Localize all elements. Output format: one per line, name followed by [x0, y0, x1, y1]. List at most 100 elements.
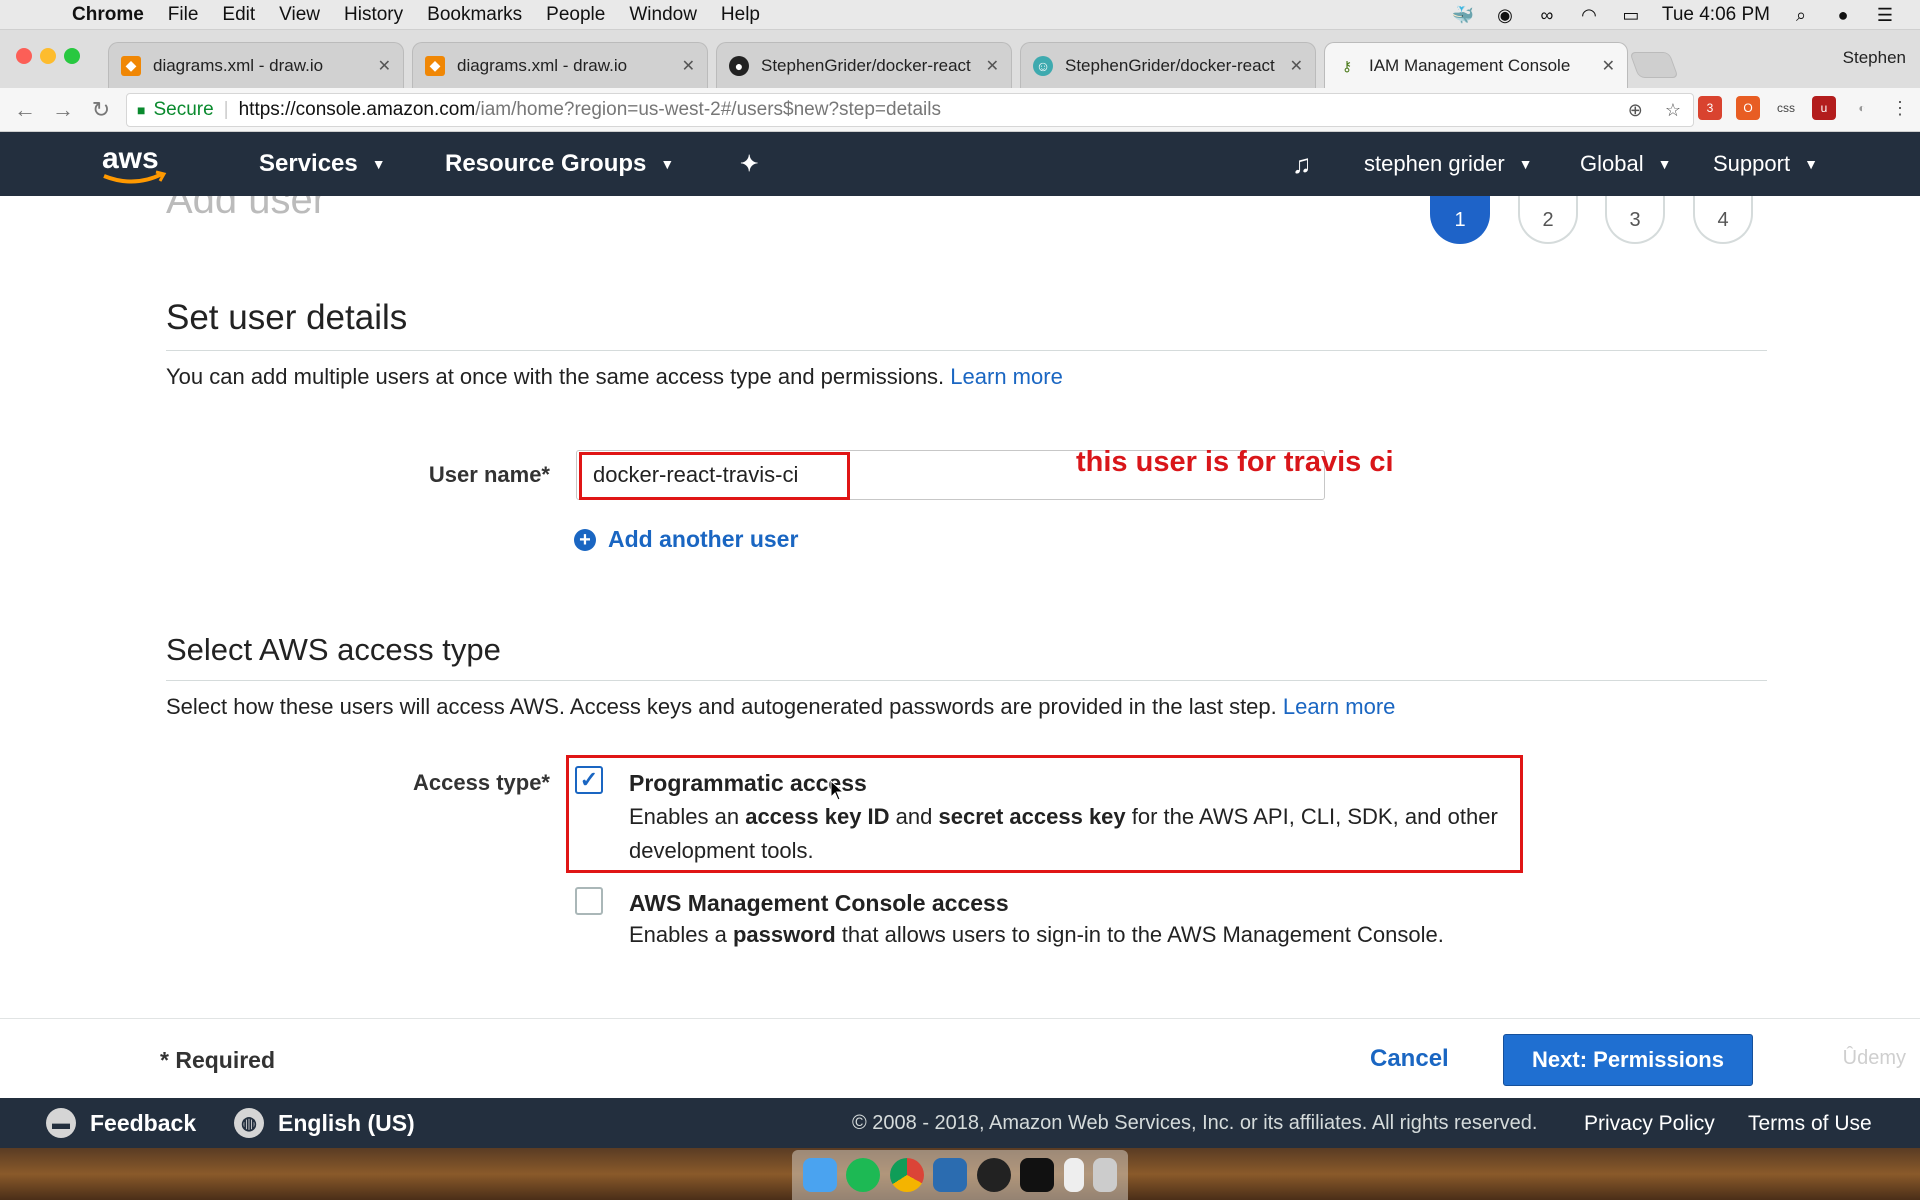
copyright-text: © 2008 - 2018, Amazon Web Services, Inc.…: [852, 1112, 1538, 1134]
docker-icon[interactable]: 🐳: [1452, 6, 1474, 24]
speech-bubble-icon: ▬: [46, 1108, 76, 1138]
desc-bold: password: [732, 922, 836, 947]
region-menu[interactable]: Global ▼: [1580, 132, 1671, 196]
console-access-description: Enables a password that allows users to …: [629, 918, 1509, 952]
browser-tab[interactable]: ◆ diagrams.xml - draw.io ✕: [412, 42, 708, 88]
console-access-title: AWS Management Console access: [629, 890, 1009, 916]
bookmark-star-icon[interactable]: ☆: [1665, 100, 1681, 121]
chrome-icon[interactable]: [889, 1158, 924, 1192]
list-icon[interactable]: ☰: [1874, 6, 1896, 24]
extension-opera-icon[interactable]: O: [1736, 96, 1760, 120]
learn-more-link[interactable]: Learn more: [1283, 694, 1396, 719]
notifications-bell-icon[interactable]: ♫: [1292, 132, 1312, 196]
terminal-icon[interactable]: [1020, 1158, 1055, 1192]
next-permissions-button[interactable]: Next: Permissions: [1503, 1034, 1753, 1086]
battery-icon[interactable]: ▭: [1620, 6, 1642, 24]
services-menu[interactable]: Services ▼: [259, 132, 386, 196]
programmatic-access-description: Enables an access key ID and secret acce…: [629, 800, 1509, 868]
chevron-down-icon: ▼: [1804, 156, 1818, 172]
browser-tab[interactable]: ☺ StephenGrider/docker-react - ✕: [1020, 42, 1316, 88]
extension-misc-icon[interactable]: ◐: [1850, 96, 1874, 120]
trash-icon[interactable]: [1093, 1158, 1118, 1192]
menu-edit[interactable]: Edit: [222, 4, 255, 26]
menu-view[interactable]: View: [279, 4, 320, 26]
desc-text: that allows users to sign-in to the AWS …: [835, 922, 1444, 947]
siri-icon[interactable]: ●: [1832, 6, 1854, 24]
maximize-window-button[interactable]: [64, 48, 80, 64]
github-icon: ●: [729, 55, 749, 76]
zoom-icon[interactable]: ⊕: [1628, 100, 1643, 121]
tab-close-icon[interactable]: ✕: [1602, 56, 1615, 76]
close-window-button[interactable]: [16, 48, 32, 64]
desc-bold: access key ID: [745, 804, 890, 829]
chrome-menu-icon[interactable]: ⋮: [1888, 96, 1912, 120]
annotation-text: this user is for travis ci: [1076, 446, 1394, 478]
console-access-checkbox[interactable]: [575, 887, 603, 915]
privacy-policy-link[interactable]: Privacy Policy: [1584, 1112, 1715, 1136]
browser-tab[interactable]: ◆ diagrams.xml - draw.io ✕: [108, 42, 404, 88]
programmatic-access-checkbox[interactable]: ✓: [575, 766, 603, 794]
username-label: User name*: [428, 462, 550, 487]
vscode-icon[interactable]: [933, 1158, 968, 1192]
menu-window[interactable]: Window: [629, 4, 697, 26]
resource-groups-menu[interactable]: Resource Groups ▼: [445, 132, 674, 196]
finder-icon[interactable]: [802, 1158, 837, 1192]
cancel-button[interactable]: Cancel: [1370, 1045, 1449, 1073]
menu-bookmarks[interactable]: Bookmarks: [427, 4, 522, 26]
extension-calendar-icon[interactable]: 3: [1698, 96, 1722, 120]
wizard-step-4[interactable]: 4: [1693, 196, 1753, 244]
mouse-cursor-icon: [830, 780, 845, 801]
document-icon[interactable]: [1063, 1158, 1084, 1192]
browser-tab-active[interactable]: ⚷ IAM Management Console ✕: [1324, 42, 1628, 89]
address-bar[interactable]: ■ Secure | https://console.amazon.com /i…: [126, 93, 1694, 127]
desc-text: Enables an: [629, 804, 746, 829]
menu-clock[interactable]: Tue 4:06 PM: [1662, 4, 1770, 26]
extension-css-icon[interactable]: css: [1774, 96, 1798, 120]
support-menu[interactable]: Support ▼: [1713, 132, 1818, 196]
minimize-window-button[interactable]: [40, 48, 56, 64]
terms-of-use-link[interactable]: Terms of Use: [1748, 1112, 1872, 1136]
annotation-highlight-box: [579, 452, 850, 500]
aws-logo-icon[interactable]: aws: [98, 140, 172, 188]
obs-app-icon[interactable]: [976, 1158, 1011, 1192]
obs-icon[interactable]: ◉: [1494, 6, 1516, 24]
wizard-step-2[interactable]: 2: [1518, 196, 1578, 244]
glasses-icon[interactable]: ∞: [1536, 6, 1558, 24]
menu-help[interactable]: Help: [721, 4, 760, 26]
learn-more-link[interactable]: Learn more: [950, 364, 1063, 389]
pin-icon[interactable]: ✦: [740, 132, 758, 196]
checkmark-icon: ✓: [579, 767, 599, 792]
spotify-icon[interactable]: [846, 1158, 881, 1192]
feedback-button[interactable]: ▬ Feedback: [46, 1098, 196, 1148]
browser-tab[interactable]: ● StephenGrider/docker-react ✕: [716, 42, 1012, 88]
tab-close-icon[interactable]: ✕: [986, 56, 999, 76]
support-label: Support: [1713, 151, 1791, 176]
language-selector[interactable]: ◍ English (US): [234, 1098, 415, 1148]
access-type-label: Access type*: [413, 770, 550, 795]
back-arrow-icon[interactable]: ←: [6, 97, 44, 123]
tab-close-icon[interactable]: ✕: [1290, 56, 1303, 76]
forward-arrow-icon[interactable]: →: [44, 97, 82, 123]
main-content: Add user 1 2 3 4 Set user details You ca…: [0, 196, 1920, 1018]
account-menu[interactable]: stephen grider ▼: [1364, 132, 1533, 196]
spotlight-icon[interactable]: ⌕: [1790, 6, 1812, 24]
menu-people[interactable]: People: [546, 4, 605, 26]
add-another-user-button[interactable]: + Add another user: [574, 526, 798, 553]
services-label: Services: [259, 150, 358, 177]
wifi-icon[interactable]: ◠: [1578, 6, 1600, 24]
menu-app-name[interactable]: Chrome: [72, 4, 144, 26]
chevron-down-icon: ▼: [371, 156, 386, 172]
account-name: stephen grider: [1364, 151, 1505, 176]
menu-file[interactable]: File: [168, 4, 199, 26]
wizard-step-1[interactable]: 1: [1430, 196, 1490, 244]
menu-history[interactable]: History: [344, 4, 403, 26]
access-type-description: Select how these users will access AWS. …: [166, 694, 1395, 720]
tab-close-icon[interactable]: ✕: [682, 56, 695, 76]
wizard-step-3[interactable]: 3: [1605, 196, 1665, 244]
new-tab-button[interactable]: [1629, 52, 1679, 78]
profile-name[interactable]: Stephen: [1843, 48, 1906, 68]
travis-icon: ☺: [1033, 55, 1053, 76]
tab-close-icon[interactable]: ✕: [378, 56, 391, 76]
reload-icon[interactable]: ↻: [82, 97, 120, 123]
extension-ublock-icon[interactable]: u: [1812, 96, 1836, 120]
